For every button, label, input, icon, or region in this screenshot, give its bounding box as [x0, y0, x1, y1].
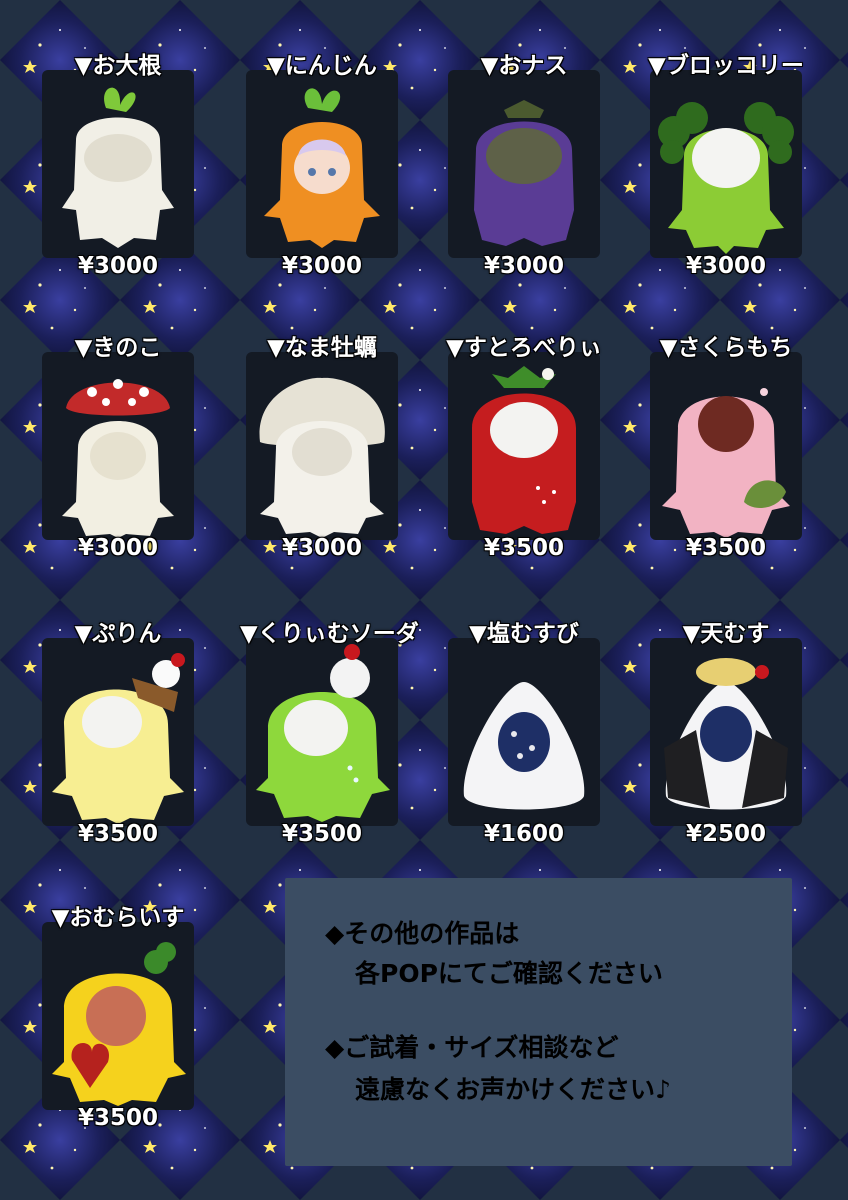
product-name: ▼お大根	[74, 53, 162, 79]
product-photo	[448, 638, 600, 826]
product-photo	[42, 352, 194, 540]
product-photo	[246, 70, 398, 258]
shio-musubi-costume-image	[463, 682, 585, 810]
product-price: ¥3000	[77, 253, 159, 279]
product-photo	[42, 638, 194, 826]
product-photo	[650, 638, 802, 826]
product-name: ▼きのこ	[74, 335, 162, 361]
oyster-costume-image	[259, 377, 385, 538]
product-card-mushroom[interactable]: ▼きのこ ¥3000	[36, 334, 200, 561]
strawberry-costume-image	[472, 366, 576, 534]
product-price: ¥1600	[483, 821, 565, 847]
product-name: ▼おナス	[480, 53, 568, 79]
info-line-ask-freely: 遠慮なくお声かけください♪	[355, 1075, 671, 1104]
carrot-costume-image	[264, 88, 380, 248]
product-card-strawberry[interactable]: ▼すとろべりぃ ¥3500	[442, 334, 606, 561]
omurice-costume-image	[52, 942, 186, 1106]
product-card-tenmusu[interactable]: ▼天むす ¥2500	[644, 620, 808, 847]
product-card-eggplant[interactable]: ▼おナス ¥3000	[442, 52, 606, 279]
product-name: ▼なま牡蠣	[267, 335, 377, 361]
pudding-costume-image	[52, 653, 185, 824]
info-line-fitting: ◆ご試着・サイズ相談など	[325, 1033, 619, 1062]
product-card-cream-soda[interactable]: ▼くりぃむソーダ ¥3500	[240, 620, 419, 847]
product-price: ¥3000	[281, 253, 363, 279]
product-name: ▼塩むすび	[469, 621, 579, 647]
product-price: ¥3500	[77, 1105, 159, 1131]
product-photo	[650, 352, 802, 540]
product-name: ▼にんじん	[267, 53, 377, 79]
product-photo	[42, 70, 194, 258]
info-line-check-pop: 各POPにてご確認ください	[355, 959, 663, 988]
daikon-costume-image	[62, 87, 174, 248]
product-card-broccoli[interactable]: ▼ブロッコリー ¥3000	[644, 52, 808, 279]
product-price: ¥3000	[77, 535, 159, 561]
broccoli-costume-image	[658, 102, 794, 254]
product-photo	[448, 352, 600, 540]
tenmusu-costume-image	[664, 658, 788, 810]
mushroom-costume-image	[62, 379, 174, 538]
product-name: ▼すとろべりぃ	[446, 335, 602, 361]
product-price: ¥2500	[685, 821, 767, 847]
product-photo	[650, 70, 802, 258]
product-card-sakuramochi[interactable]: ▼さくらもち ¥3500	[644, 334, 808, 561]
product-price: ¥3000	[281, 535, 363, 561]
product-price: ¥3500	[281, 821, 363, 847]
product-price: ¥3000	[483, 253, 565, 279]
product-card-omurice[interactable]: ▼おむらいす ¥3500	[36, 904, 200, 1131]
product-photo	[246, 352, 398, 540]
product-card-oyster[interactable]: ▼なま牡蠣 ¥3000	[240, 334, 404, 561]
product-name: ▼おむらいす	[51, 905, 185, 931]
info-line-other-works: ◆その他の作品は	[325, 919, 520, 948]
product-card-pudding[interactable]: ▼ぷりん ¥3500	[36, 620, 200, 847]
product-price: ¥3000	[685, 253, 767, 279]
product-photo	[246, 638, 398, 826]
product-name: ▼くりぃむソーダ	[240, 621, 419, 647]
product-photo	[448, 70, 600, 258]
product-price: ¥3500	[483, 535, 565, 561]
sakuramochi-costume-image	[662, 388, 790, 538]
cream-soda-costume-image	[256, 644, 390, 822]
product-card-carrot[interactable]: ▼にんじん ¥3000	[240, 52, 404, 279]
product-card-daikon[interactable]: ▼お大根 ¥3000	[36, 52, 200, 279]
product-name: ▼さくらもち	[659, 335, 793, 361]
product-price: ¥3500	[77, 821, 159, 847]
product-name: ▼天むす	[682, 621, 770, 647]
eggplant-costume-image	[474, 100, 574, 246]
product-name: ▼ぷりん	[74, 621, 162, 647]
info-panel: ◆その他の作品は 各POPにてご確認ください ◆ご試着・サイズ相談など 遠慮なく…	[285, 878, 792, 1166]
product-card-shio-musubi[interactable]: ▼塩むすび ¥1600	[442, 620, 606, 847]
product-name: ▼ブロッコリー	[648, 53, 804, 79]
product-price: ¥3500	[685, 535, 767, 561]
product-photo	[42, 922, 194, 1110]
